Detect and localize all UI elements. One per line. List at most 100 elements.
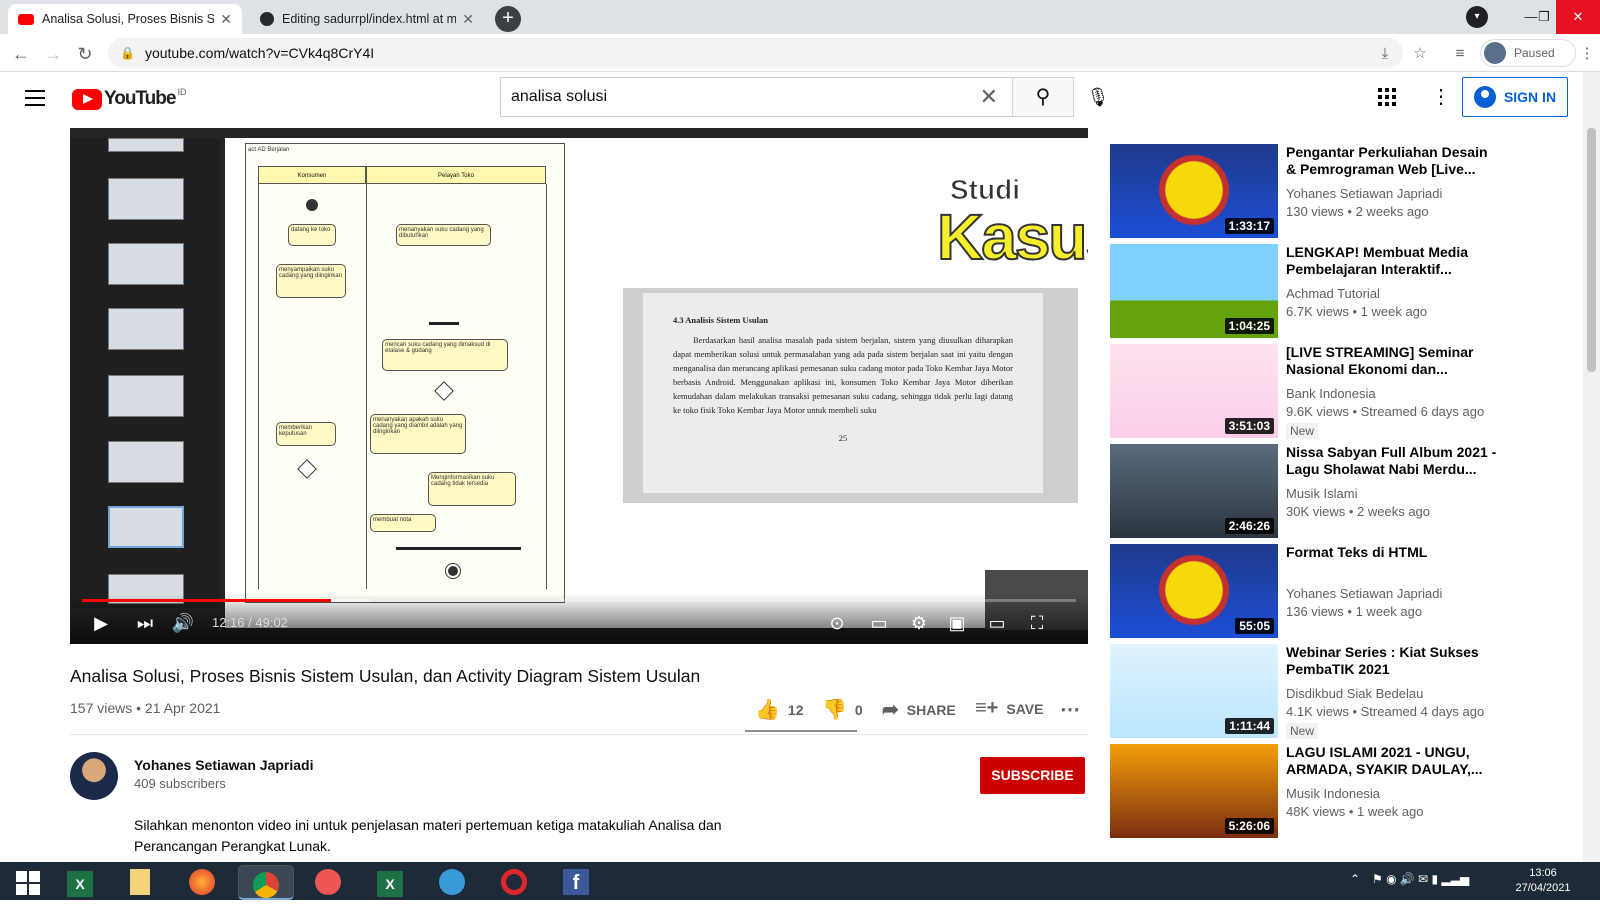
install-icon[interactable]: ⤓ [1372, 41, 1398, 67]
theater-mode-icon[interactable]: ▭ [984, 612, 1010, 634]
lock-icon: 🔒 [120, 46, 135, 60]
facebook-icon[interactable]: f [548, 865, 604, 900]
related-channel-name: Yohanes Setiawan Japriadi [1286, 586, 1443, 601]
tray-chevron-icon[interactable]: ⌃ [1350, 872, 1360, 886]
share-button[interactable]: ➦ SHARE [882, 697, 956, 722]
activity-node: menyampaikan suku cadang yang diinginkan [276, 264, 346, 298]
video-duration: 5:26:06 [1224, 818, 1274, 834]
related-video-thumbnail[interactable]: 1:04:25 [1110, 244, 1278, 338]
book-page: 4.3 Analisis Sistem Usulan Berdasarkan h… [643, 293, 1043, 493]
chrome-icon[interactable] [238, 865, 294, 900]
clear-search-icon[interactable]: ✕ [980, 84, 998, 110]
related-video-title[interactable]: Pengantar Perkuliahan Desain & Pemrogram… [1286, 144, 1501, 178]
video-player[interactable]: act AD Berjalan Konsumen Pelayan Toko da… [70, 128, 1088, 644]
play-icon[interactable]: ▶ [88, 612, 114, 634]
taskbar-clock[interactable]: 13:06 27/04/2021 [1508, 866, 1578, 896]
forward-arrow-icon[interactable]: → [40, 41, 66, 67]
chrome-menu-icon[interactable]: ⋮ [1574, 41, 1600, 67]
save-button[interactable]: ≡+ SAVE [975, 697, 1043, 720]
firefox-icon[interactable] [174, 865, 230, 900]
related-video-item[interactable]: 1:04:25 LENGKAP! Membuat Media Pembelajar… [1110, 244, 1550, 338]
more-actions-icon[interactable]: ⋯ [1060, 697, 1080, 722]
youtube-logo[interactable]: YouTube ID [72, 87, 186, 110]
close-tab-icon[interactable]: ✕ [220, 11, 232, 28]
related-video-title[interactable]: Format Teks di HTML [1286, 544, 1501, 561]
search-button[interactable]: ⚲ [1012, 77, 1074, 117]
miniplayer-icon[interactable]: ▣ [944, 612, 970, 634]
book-page-number: 25 [838, 433, 848, 443]
tab-search-icon[interactable]: ▾ [1466, 6, 1488, 28]
scrollbar-thumb[interactable] [1587, 128, 1596, 372]
related-video-title[interactable]: Webinar Series : Kiat Sukses PembaTIK 20… [1286, 644, 1501, 678]
slide-thumbnail [108, 308, 184, 350]
channel-avatar[interactable] [70, 752, 118, 800]
related-video-title[interactable]: LENGKAP! Membuat Media Pembelajaran Inte… [1286, 244, 1501, 278]
related-channel-name: Disdikbud Siak Bedelau [1286, 686, 1424, 701]
opera-icon[interactable] [486, 865, 542, 900]
settings-dots-icon[interactable]: ⋮ [1431, 84, 1451, 110]
search-input[interactable]: analisa solusi ✕ [500, 77, 1012, 117]
youtube-header: YouTube ID analisa solusi ✕ ⚲ 🎙 ⋮ SIGN I… [0, 72, 1600, 128]
related-video-item[interactable]: 3:51:03 [LIVE STREAMING] Seminar Nasional… [1110, 344, 1550, 439]
autoplay-toggle[interactable]: ⊙ [822, 612, 852, 634]
video-duration: 3:51:03 [1224, 418, 1274, 434]
app-icon[interactable] [424, 865, 480, 900]
channel-name[interactable]: Yohanes Setiawan Japriadi [134, 757, 313, 773]
start-node [306, 199, 318, 211]
related-video-title[interactable]: [LIVE STREAMING] Seminar Nasional Ekonom… [1286, 344, 1501, 378]
related-video-thumbnail[interactable]: 5:26:06 [1110, 744, 1278, 838]
related-video-item[interactable]: 1:11:44 Webinar Series : Kiat Sukses Pemb… [1110, 644, 1550, 739]
excel-icon[interactable]: X [362, 865, 418, 900]
related-video-thumbnail[interactable]: 1:33:17 [1110, 144, 1278, 238]
close-tab-icon[interactable]: ✕ [462, 11, 474, 28]
related-video-item[interactable]: 1:33:17 Pengantar Perkuliahan Desain & Pe… [1110, 144, 1550, 238]
excel-icon[interactable]: X [52, 865, 108, 900]
close-window-button[interactable]: ✕ [1556, 0, 1600, 34]
windows-start-icon[interactable] [0, 865, 56, 900]
next-icon[interactable]: ⏭ [132, 612, 158, 634]
reload-icon[interactable]: ↻ [72, 41, 98, 67]
related-video-thumbnail[interactable]: 3:51:03 [1110, 344, 1278, 438]
progress-bar[interactable] [82, 599, 1076, 602]
media-control-icon[interactable]: ≡ [1447, 41, 1473, 67]
url-field[interactable]: 🔒 youtube.com/watch?v=CVk4q8CrY4I [108, 38, 1403, 68]
related-video-item[interactable]: 2:46:26 Nissa Sabyan Full Album 2021 - La… [1110, 444, 1550, 538]
video-description: Silahkan menonton video ini untuk penjel… [134, 817, 722, 854]
related-video-meta: 130 views • 2 weeks ago [1286, 204, 1429, 219]
subtitles-icon[interactable]: ▭ [866, 612, 892, 634]
settings-gear-icon[interactable]: ⚙ [906, 612, 932, 634]
profile-button[interactable]: Paused [1480, 39, 1576, 67]
browser-tab-strip: Analisa Solusi, Proses Bisnis Siste ✕ Ed… [0, 0, 1600, 34]
volume-icon[interactable]: 🔊 [170, 612, 196, 634]
tab-github[interactable]: Editing sadurrpl/index.html at m ✕ [250, 4, 484, 34]
tab-title: Analisa Solusi, Proses Bisnis Siste [42, 12, 215, 26]
new-tab-button[interactable]: + [495, 6, 521, 32]
related-video-title[interactable]: LAGU ISLAMI 2021 - UNGU, ARMADA, SYAKIR … [1286, 744, 1501, 778]
voice-search-mic-icon[interactable]: 🎙 [1083, 82, 1113, 112]
like-button[interactable]: 👍 12 [755, 697, 803, 722]
back-arrow-icon[interactable]: ← [8, 41, 34, 67]
related-video-thumbnail[interactable]: 2:46:26 [1110, 444, 1278, 538]
video-duration: 1:33:17 [1224, 218, 1274, 234]
related-video-title[interactable]: Nissa Sabyan Full Album 2021 - Lagu Shol… [1286, 444, 1501, 478]
related-video-thumbnail[interactable]: 1:11:44 [1110, 644, 1278, 738]
bookmark-star-icon[interactable]: ☆ [1407, 41, 1433, 67]
tray-icons[interactable]: ⚑ ◉ 🔊 ✉ ▮ ▂▃▅ [1372, 872, 1469, 886]
subscribe-button[interactable]: SUBSCRIBE [980, 757, 1085, 794]
file-explorer-icon[interactable] [112, 865, 168, 900]
dislike-button[interactable]: 👎 0 [822, 697, 863, 722]
tab-youtube[interactable]: Analisa Solusi, Proses Bisnis Siste ✕ [8, 4, 242, 34]
fullscreen-icon[interactable]: ⛶ [1024, 612, 1050, 634]
clock-time: 13:06 [1529, 867, 1557, 879]
search-value: analisa solusi [511, 88, 608, 105]
related-video-thumbnail[interactable]: 55:05 [1110, 544, 1278, 638]
restore-button[interactable]: ❐ [1532, 0, 1556, 34]
profile-avatar [1484, 42, 1506, 64]
apps-grid-icon[interactable] [1378, 88, 1396, 106]
related-video-item[interactable]: 5:26:06 LAGU ISLAMI 2021 - UNGU, ARMADA, … [1110, 744, 1550, 838]
app-icon[interactable] [300, 865, 356, 900]
sign-in-button[interactable]: SIGN IN [1462, 77, 1568, 117]
related-video-item[interactable]: 55:05 Format Teks di HTML Yohanes Setiawan… [1110, 544, 1550, 638]
video-frame: act AD Berjalan Konsumen Pelayan Toko da… [70, 128, 1088, 644]
hamburger-menu-icon[interactable] [25, 90, 45, 111]
